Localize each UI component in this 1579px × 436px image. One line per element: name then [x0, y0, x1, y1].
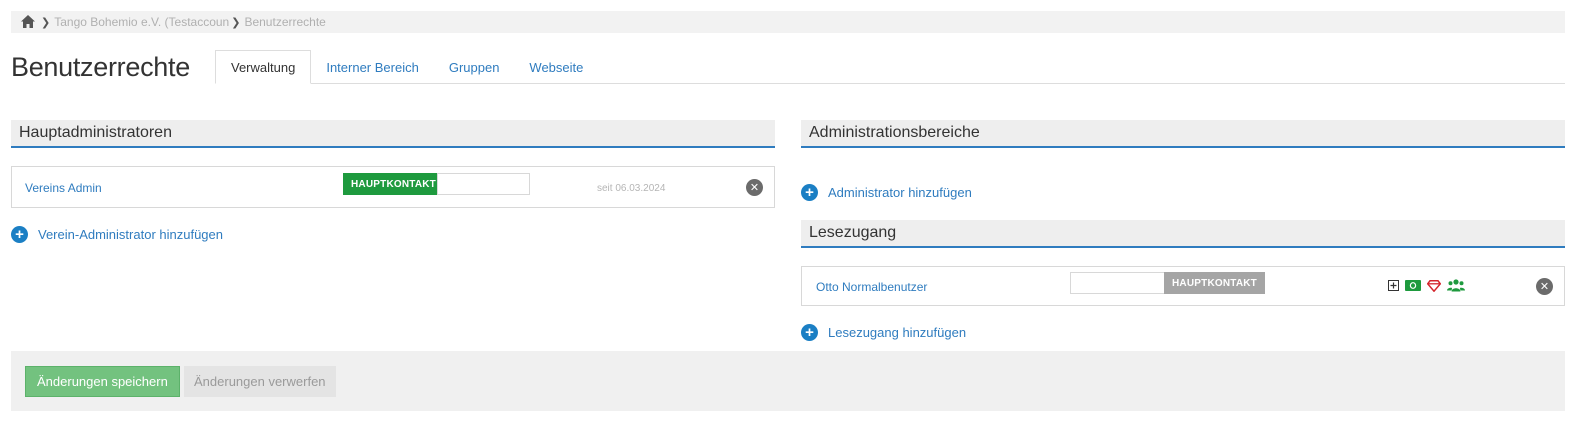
main-contact-badge[interactable]: HAUPTKONTAKT — [343, 173, 444, 195]
plus-square-icon[interactable] — [1388, 280, 1399, 291]
save-changes-button[interactable]: Änderungen speichern — [25, 366, 180, 397]
tab-bar: Verwaltung Interner Bereich Gruppen Webs… — [215, 50, 598, 84]
read-access-row: Otto Normalbenutzer HAUPTKONTAKT ✕ — [801, 266, 1565, 306]
chevron-right-icon: ❯ — [41, 16, 51, 29]
breadcrumb: ❯ Tango Bohemio e.V. (Testaccoun ❯ Benut… — [11, 11, 1565, 33]
permission-icons — [1388, 279, 1465, 292]
diamond-icon[interactable] — [1427, 279, 1441, 292]
discard-changes-button[interactable]: Änderungen verwerfen — [184, 366, 336, 397]
breadcrumb-item-current: Benutzerrechte — [244, 15, 326, 29]
users-icon[interactable] — [1447, 279, 1465, 292]
money-icon[interactable] — [1405, 280, 1421, 291]
add-read-access-label: Lesezugang hinzufügen — [828, 325, 967, 340]
main-contact-badge-inactive[interactable]: HAUPTKONTAKT — [1164, 272, 1265, 294]
plus-circle-icon: + — [11, 226, 28, 243]
breadcrumb-item-club[interactable]: Tango Bohemio e.V. (Testaccoun — [54, 15, 229, 29]
home-icon[interactable] — [21, 15, 35, 29]
main-contact-toggle-empty[interactable] — [437, 173, 530, 195]
plus-circle-icon: + — [801, 184, 818, 201]
tab-verwaltung[interactable]: Verwaltung — [215, 50, 312, 84]
add-club-admin-label: Verein-Administrator hinzufügen — [38, 227, 223, 242]
read-access-header: Lesezugang — [801, 220, 1565, 248]
tab-interner-bereich[interactable]: Interner Bereich — [311, 50, 434, 84]
page-title: Benutzerrechte — [11, 52, 190, 82]
add-club-admin-button[interactable]: + Verein-Administrator hinzufügen — [11, 226, 223, 243]
since-date: seit 06.03.2024 — [597, 183, 666, 194]
read-user-name-link[interactable]: Otto Normalbenutzer — [816, 280, 927, 294]
chevron-right-icon: ❯ — [231, 16, 241, 29]
admin-name-link[interactable]: Vereins Admin — [25, 181, 102, 195]
add-administrator-label: Administrator hinzufügen — [828, 185, 972, 200]
close-icon[interactable]: ✕ — [1536, 278, 1553, 295]
admin-areas-header: Administrationsbereiche — [801, 120, 1565, 148]
tab-webseite[interactable]: Webseite — [514, 50, 598, 84]
plus-circle-icon: + — [801, 324, 818, 341]
main-contact-toggle-empty[interactable] — [1070, 272, 1166, 294]
add-administrator-button[interactable]: + Administrator hinzufügen — [801, 184, 972, 201]
admin-row: Vereins Admin HAUPTKONTAKT seit 06.03.20… — [11, 166, 775, 208]
main-admins-header: Hauptadministratoren — [11, 120, 775, 148]
close-icon[interactable]: ✕ — [746, 179, 763, 196]
tab-gruppen[interactable]: Gruppen — [434, 50, 515, 84]
add-read-access-button[interactable]: + Lesezugang hinzufügen — [801, 324, 966, 341]
action-footer: Änderungen speichern Änderungen verwerfe… — [11, 351, 1565, 411]
